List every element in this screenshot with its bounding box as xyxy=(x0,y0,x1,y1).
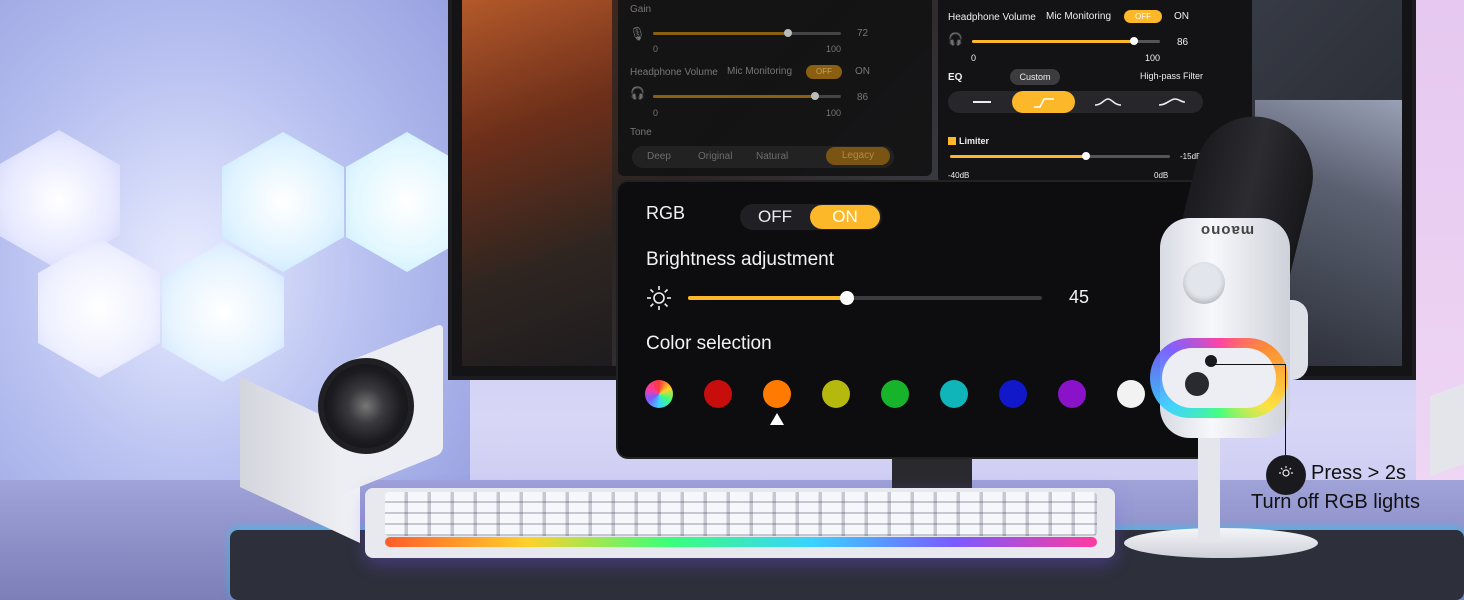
eq-flat-icon xyxy=(972,101,991,103)
mic-base xyxy=(1124,528,1318,558)
gain-slider-knob[interactable] xyxy=(784,29,792,37)
gain-label: Gain xyxy=(630,4,652,15)
color-selection-label: Color selection xyxy=(646,333,772,354)
limiter-slider-fill xyxy=(950,155,1086,158)
selected-color-marker-icon xyxy=(770,413,784,425)
keyboard-keys xyxy=(385,492,1097,536)
tone-option-natural[interactable]: Natural xyxy=(756,151,788,162)
gain-min: 0 xyxy=(653,44,659,54)
color-swatch-cyan[interactable] xyxy=(940,380,968,408)
callout-line xyxy=(1208,364,1286,365)
headphone-slider-fill xyxy=(972,40,1134,43)
color-swatch-blue[interactable] xyxy=(999,380,1027,408)
wallpaper-mountain xyxy=(462,0,612,366)
rgb-off-option[interactable]: OFF xyxy=(742,205,808,229)
rgb-on-option[interactable]: ON xyxy=(810,205,880,229)
color-swatch-purple[interactable] xyxy=(1058,380,1086,408)
eq-presence-icon xyxy=(1158,98,1185,106)
headphone-min: 0 xyxy=(971,53,977,63)
eq-preset[interactable]: Custom xyxy=(1010,69,1060,85)
color-swatch-yellow[interactable] xyxy=(822,380,850,408)
eq-highpass-icon xyxy=(1033,98,1054,108)
color-swatch-rainbow[interactable] xyxy=(645,380,673,408)
callout-press-text: Press > 2s xyxy=(1311,462,1407,484)
light-icon xyxy=(1279,466,1293,477)
headphone-slider-fill xyxy=(653,95,815,98)
rgb-label: RGB xyxy=(646,203,686,223)
brightness-slider-knob[interactable] xyxy=(840,291,854,305)
eq-mid-icon xyxy=(1094,98,1121,106)
headphone-min: 0 xyxy=(653,108,659,118)
mic-monitoring-on[interactable]: ON xyxy=(1174,11,1189,22)
speaker-right xyxy=(1430,383,1464,477)
limiter-label: Limiter xyxy=(959,136,990,146)
headphone-value: 86 xyxy=(1177,37,1189,48)
mic-monitoring-label: Mic Monitoring xyxy=(1046,11,1112,22)
mic-monitoring-label: Mic Monitoring xyxy=(727,66,793,77)
tone-option-legacy[interactable]: Legacy xyxy=(826,147,890,165)
headphone-icon: 🎧 xyxy=(948,32,963,46)
mic-monitoring-off[interactable]: OFF xyxy=(806,65,842,79)
mic-xlr-port xyxy=(1185,372,1209,396)
mic-rgb-button[interactable] xyxy=(1205,355,1217,367)
headphone-slider-knob[interactable] xyxy=(1130,37,1138,45)
speaker-cone xyxy=(318,358,414,454)
headphone-max: 100 xyxy=(826,108,842,118)
eq-label: EQ xyxy=(948,72,963,83)
headphone-max: 100 xyxy=(1145,53,1161,63)
highpass-filter-label: High-pass Filter xyxy=(1140,71,1204,81)
headphone-volume-label: Headphone Volume xyxy=(630,67,718,78)
rgb-button-callout xyxy=(1266,455,1306,495)
rgb-settings-panel xyxy=(618,182,1208,457)
eq-presence-button[interactable] xyxy=(1140,91,1203,113)
color-swatch-red[interactable] xyxy=(704,380,732,408)
callout-turnoff-text: Turn off RGB lights xyxy=(1251,491,1420,513)
brightness-value: 45 xyxy=(1069,287,1090,307)
color-swatch-orange[interactable] xyxy=(763,380,791,408)
mic-brand-logo: maono xyxy=(1200,222,1255,239)
mic-monitoring-off[interactable]: OFF xyxy=(1124,10,1162,23)
eq-mid-button[interactable] xyxy=(1076,91,1139,113)
color-swatch-white[interactable] xyxy=(1117,380,1145,408)
color-swatch-green[interactable] xyxy=(881,380,909,408)
mic-rgb-ring-inner xyxy=(1162,348,1276,408)
tone-label: Tone xyxy=(630,127,652,138)
tone-option-original[interactable]: Original xyxy=(698,151,732,162)
brightness-slider-fill xyxy=(688,296,847,300)
eq-highpass-button[interactable] xyxy=(1012,91,1075,113)
tone-option-deep[interactable]: Deep xyxy=(647,151,671,162)
gain-max: 100 xyxy=(826,44,842,54)
gain-slider-fill xyxy=(653,32,788,35)
limiter-checkbox[interactable] xyxy=(948,137,956,145)
brightness-label: Brightness adjustment xyxy=(646,249,834,270)
brightness-sun-icon xyxy=(647,286,671,310)
headphone-slider-knob[interactable] xyxy=(811,92,819,100)
mic-stand xyxy=(1198,432,1220,542)
mic-monitoring-on[interactable]: ON xyxy=(855,66,870,77)
headphone-volume-label: Headphone Volume xyxy=(948,12,1036,23)
limiter-min: -40dB xyxy=(948,171,970,180)
limiter-max: 0dB xyxy=(1154,171,1169,180)
callout-line xyxy=(1285,364,1286,456)
limiter-slider-knob[interactable] xyxy=(1082,152,1090,160)
headphone-icon: 🎧 xyxy=(630,86,645,100)
keyboard-rgb-strip xyxy=(385,537,1097,547)
mic-icon: 🎙 xyxy=(629,26,646,41)
mic-volume-knob[interactable] xyxy=(1183,262,1225,304)
headphone-value: 86 xyxy=(857,92,869,103)
gain-value: 72 xyxy=(857,28,869,39)
eq-flat-button[interactable] xyxy=(950,91,1013,113)
